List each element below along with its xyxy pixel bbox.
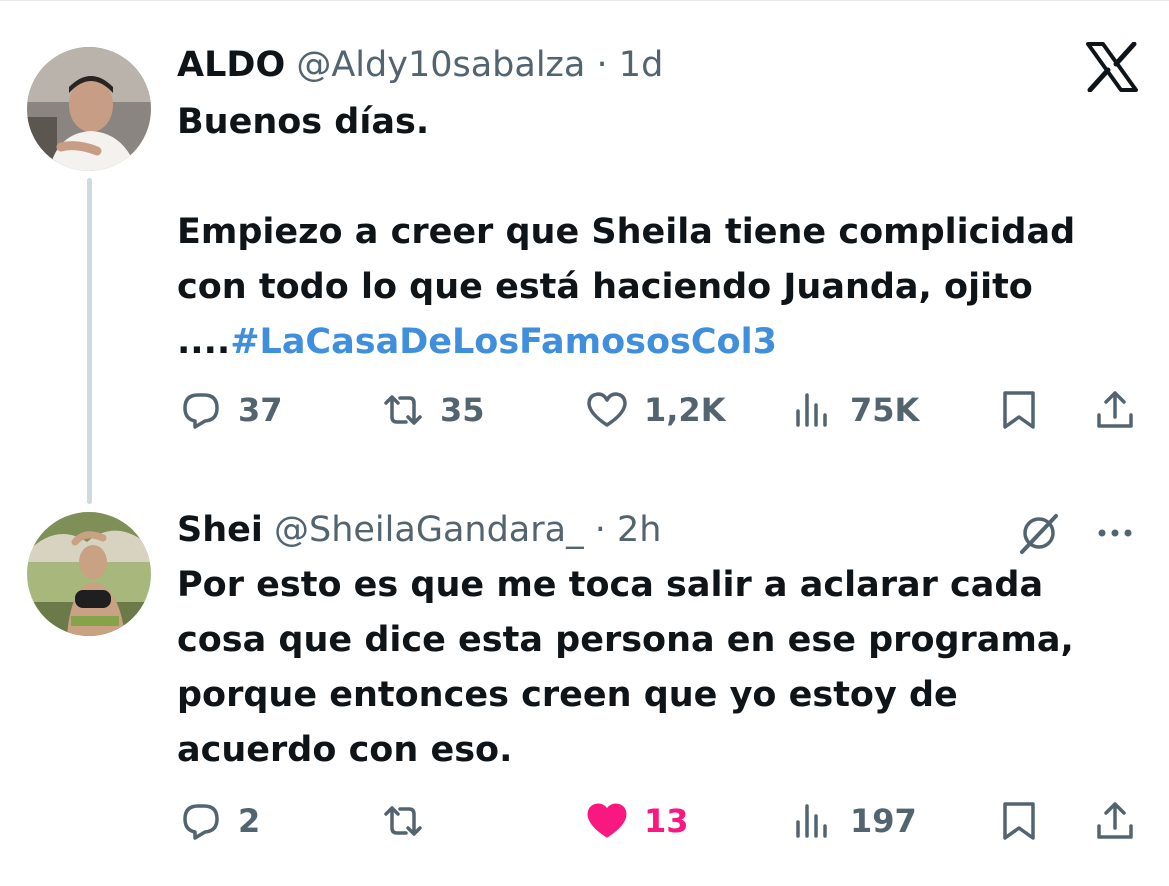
x-logo-icon[interactable] bbox=[1085, 41, 1139, 93]
thread-connector-line bbox=[87, 178, 92, 504]
like-count: 1,2K bbox=[644, 391, 726, 429]
reply-icon bbox=[183, 393, 219, 429]
author-name[interactable]: ALDO bbox=[177, 45, 285, 85]
tweet-text-line: cosa que dice esta persona en ese progra… bbox=[177, 620, 1074, 660]
tweet-text: Por esto es que me toca salir a aclarar … bbox=[177, 558, 1074, 778]
retweet-count: 35 bbox=[440, 391, 485, 429]
author-handle[interactable]: @SheilaGandara_ bbox=[274, 510, 584, 550]
views-count: 75K bbox=[850, 391, 920, 429]
tweet-header: ALDO @Aldy10sabalza · 1d bbox=[177, 45, 663, 85]
retweet-button[interactable]: 35 bbox=[380, 385, 485, 435]
hashtag-prefix: .... bbox=[177, 322, 231, 362]
views-icon bbox=[796, 393, 827, 427]
reply-count: 37 bbox=[238, 391, 283, 429]
bookmark-icon bbox=[1003, 802, 1035, 840]
tweet-timestamp[interactable]: 2h bbox=[617, 510, 661, 550]
tweet-text-line: porque entonces creen que yo estoy de bbox=[177, 675, 958, 715]
tweet-timestamp[interactable]: 1d bbox=[619, 45, 664, 85]
reply-button[interactable]: 2 bbox=[178, 796, 260, 846]
like-count: 13 bbox=[644, 802, 689, 840]
hashtag-line: ....#LaCasaDeLosFamososCol3 bbox=[177, 315, 1075, 370]
share-icon bbox=[1097, 391, 1133, 428]
heart-icon bbox=[587, 803, 627, 838]
share-button[interactable] bbox=[1092, 796, 1138, 846]
retweet-icon bbox=[384, 806, 422, 836]
tweet-text-line: Por esto es que me toca salir a aclarar … bbox=[177, 565, 1044, 605]
bookmark-icon bbox=[1003, 391, 1035, 429]
share-button[interactable] bbox=[1092, 385, 1138, 435]
separator-dot: · bbox=[596, 45, 608, 85]
tweet-text-line bbox=[177, 150, 1075, 205]
top-divider bbox=[0, 0, 1169, 11]
avatar[interactable] bbox=[27, 512, 151, 636]
like-button[interactable]: 1,2K bbox=[584, 385, 725, 435]
retweet-button[interactable] bbox=[380, 796, 440, 846]
more-icon bbox=[1098, 529, 1132, 537]
tweet-text-line: Empiezo a creer que Sheila tiene complic… bbox=[177, 212, 1076, 252]
views-count: 197 bbox=[850, 802, 917, 840]
views-icon bbox=[796, 804, 827, 838]
bookmark-button[interactable] bbox=[996, 796, 1042, 846]
tweet-text-line: con todo lo que está haciendo Juanda, oj… bbox=[177, 267, 1033, 307]
author-name[interactable]: Shei bbox=[177, 510, 263, 550]
heart-icon bbox=[587, 392, 627, 427]
retweet-icon bbox=[384, 395, 422, 425]
tweet-header: Shei @SheilaGandara_ · 2h bbox=[177, 510, 661, 550]
avatar[interactable] bbox=[27, 47, 151, 171]
grok-button[interactable] bbox=[1014, 508, 1064, 562]
views-button[interactable]: 197 bbox=[790, 796, 917, 846]
separator-dot: · bbox=[594, 510, 606, 550]
tweet-text-line: Buenos días. bbox=[177, 102, 430, 142]
tweet-text: Buenos días. Empiezo a creer que Sheila … bbox=[177, 95, 1075, 370]
bookmark-button[interactable] bbox=[996, 385, 1042, 435]
grok-icon bbox=[1020, 514, 1058, 554]
like-button[interactable]: 13 bbox=[584, 796, 689, 846]
reply-icon bbox=[183, 804, 219, 840]
hashtag-link[interactable]: #LaCasaDeLosFamososCol3 bbox=[230, 322, 777, 362]
tweet-actions: 2 13 197 bbox=[0, 796, 1169, 846]
reply-button[interactable]: 37 bbox=[178, 385, 283, 435]
share-icon bbox=[1097, 802, 1133, 839]
views-button[interactable]: 75K bbox=[790, 385, 919, 435]
reply-count: 2 bbox=[238, 802, 261, 840]
tweet-actions: 37 35 1,2K 75K bbox=[0, 385, 1169, 435]
tweet-text-line: acuerdo con eso. bbox=[177, 730, 513, 770]
more-button[interactable] bbox=[1092, 518, 1138, 552]
author-handle[interactable]: @Aldy10sabalza bbox=[296, 45, 585, 85]
